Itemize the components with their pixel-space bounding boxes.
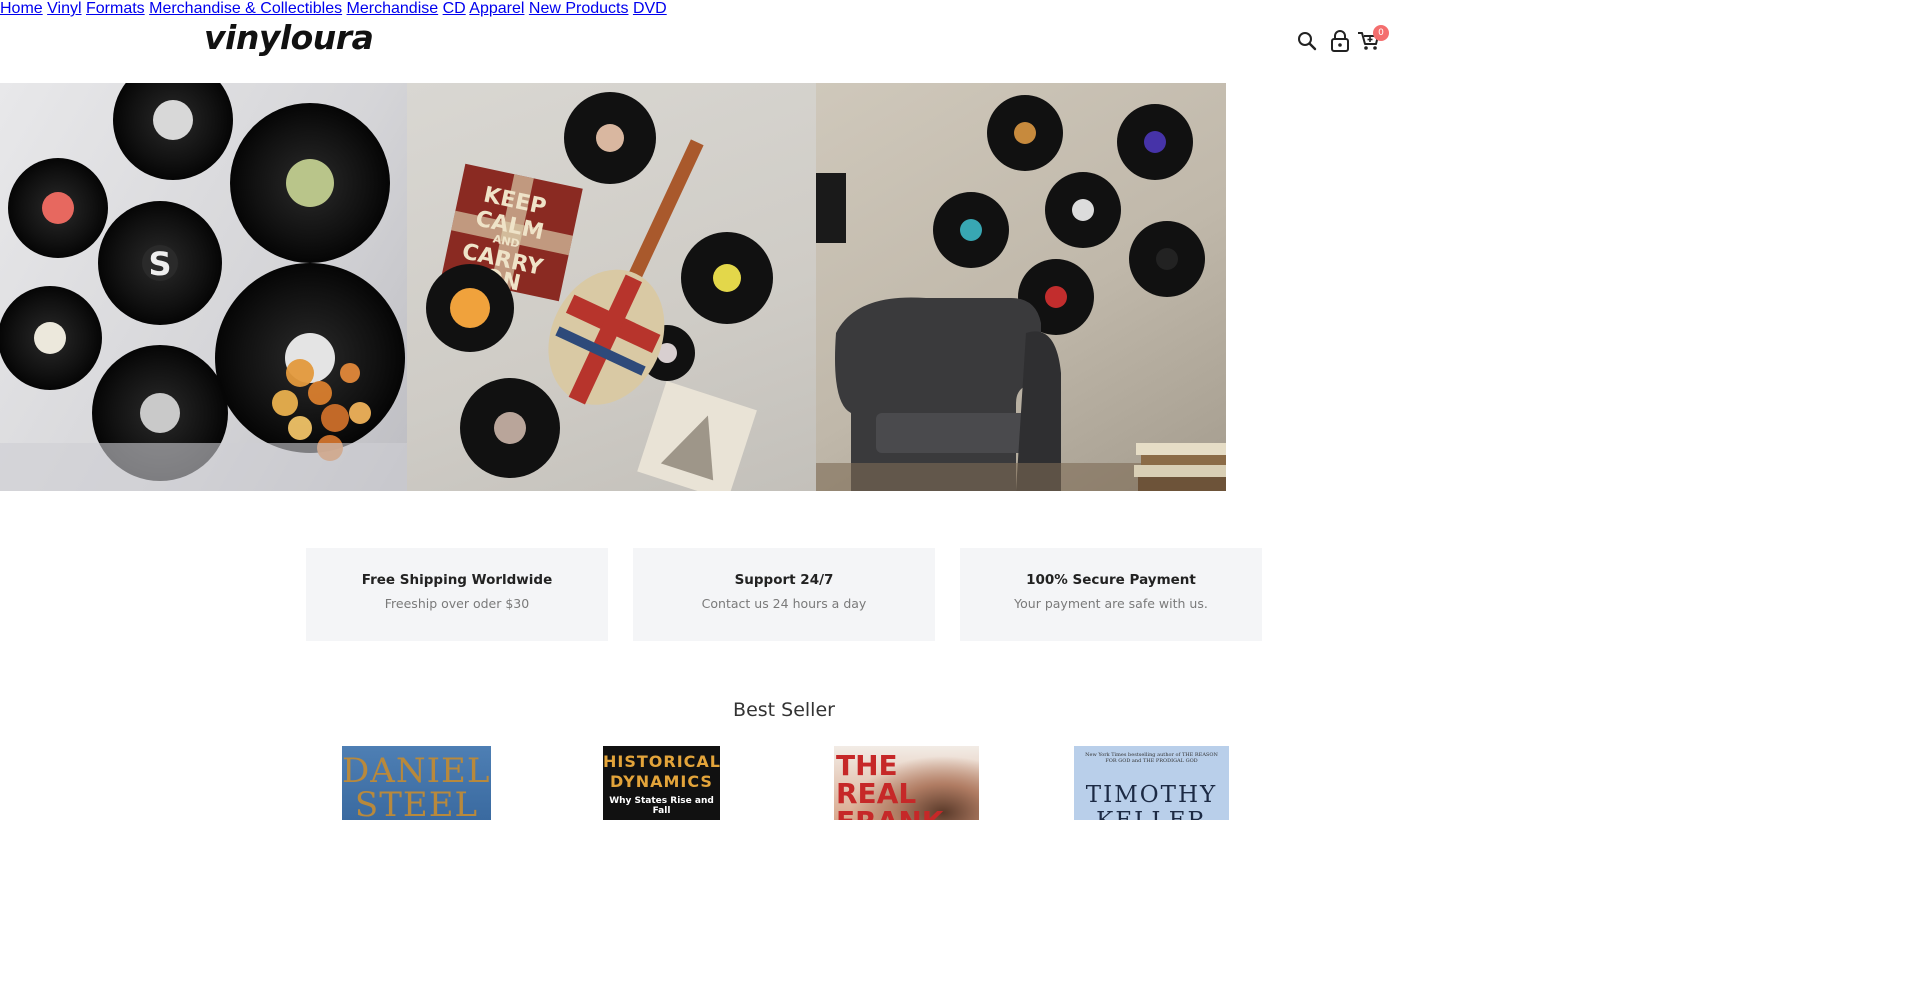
feature-subtitle: Contact us 24 hours a day — [701, 596, 867, 611]
product-card-book-4[interactable]: New York Times bestselling author of THE… — [1074, 746, 1229, 820]
site-logo[interactable]: vinyloura — [204, 18, 374, 57]
nav-merchandise-collectibles[interactable]: Merchandise & Collectibles — [149, 0, 342, 17]
lock-icon[interactable] — [1329, 29, 1353, 53]
product-card-book-1[interactable]: DANIELLE STEEL — [342, 746, 491, 820]
feature-title: Free Shipping Worldwide — [361, 572, 553, 588]
best-seller-title: Best Seller — [733, 699, 835, 721]
nav-home[interactable]: Home — [0, 0, 43, 17]
feature-subtitle: Freeship over oder $30 — [384, 596, 530, 611]
nav-dvd[interactable]: DVD — [633, 0, 667, 17]
feature-free-shipping: Free Shipping Worldwide Freeship over od… — [306, 548, 608, 641]
search-icon[interactable] — [1296, 30, 1320, 54]
book-cover-title: TIMOTHY KELLER — [1085, 782, 1218, 820]
feature-secure-payment: 100% Secure Payment Your payment are saf… — [960, 548, 1262, 641]
hero-banner[interactable]: S KEEP CALM AND CARRY — [0, 83, 1226, 491]
book-cover-title: THE REAL FRANK — [836, 749, 944, 821]
hero-image-guitar-records[interactable]: KEEP CALM AND CARRY ON — [407, 83, 816, 491]
record-label-s: S — [148, 245, 171, 283]
cart-count-badge: 0 — [1373, 25, 1389, 41]
book-cover-subtitle: Why States Rise and Fall — [609, 796, 714, 816]
armchair-records-illustration — [816, 95, 1226, 491]
nav-merchandise[interactable]: Merchandise — [347, 0, 439, 17]
book-cover-subtitle: New York Times bestselling author of THE… — [1085, 752, 1218, 764]
nav-apparel[interactable]: Apparel — [469, 0, 524, 17]
product-card-book-3[interactable]: THE REAL FRANK — [834, 746, 979, 820]
feature-subtitle: Your payment are safe with us. — [1014, 596, 1208, 611]
feature-title: 100% Secure Payment — [1026, 572, 1196, 588]
feature-title: Support 24/7 — [734, 572, 834, 588]
guitar-records-illustration: KEEP CALM AND CARRY ON — [426, 92, 773, 491]
nav-new-products[interactable]: New Products — [529, 0, 629, 17]
hero-image-wall-records[interactable]: S — [0, 83, 407, 491]
product-card-book-2[interactable]: HISTORICAL DYNAMICS Why States Rise and … — [603, 746, 720, 820]
nav-formats[interactable]: Formats — [86, 0, 145, 17]
book-cover-title: HISTORICAL DYNAMICS — [603, 752, 720, 791]
hero-image-armchair-records[interactable] — [816, 83, 1226, 491]
vinyl-records-illustration: S — [0, 83, 407, 491]
nav-vinyl[interactable]: Vinyl — [47, 0, 81, 17]
book-cover-title: DANIELLE STEEL — [342, 751, 491, 820]
nav-cd[interactable]: CD — [443, 0, 466, 17]
site-header: vinyloura Home Vinyl Formats Merchandise… — [0, 0, 1568, 83]
feature-support: Support 24/7 Contact us 24 hours a day — [633, 548, 935, 641]
